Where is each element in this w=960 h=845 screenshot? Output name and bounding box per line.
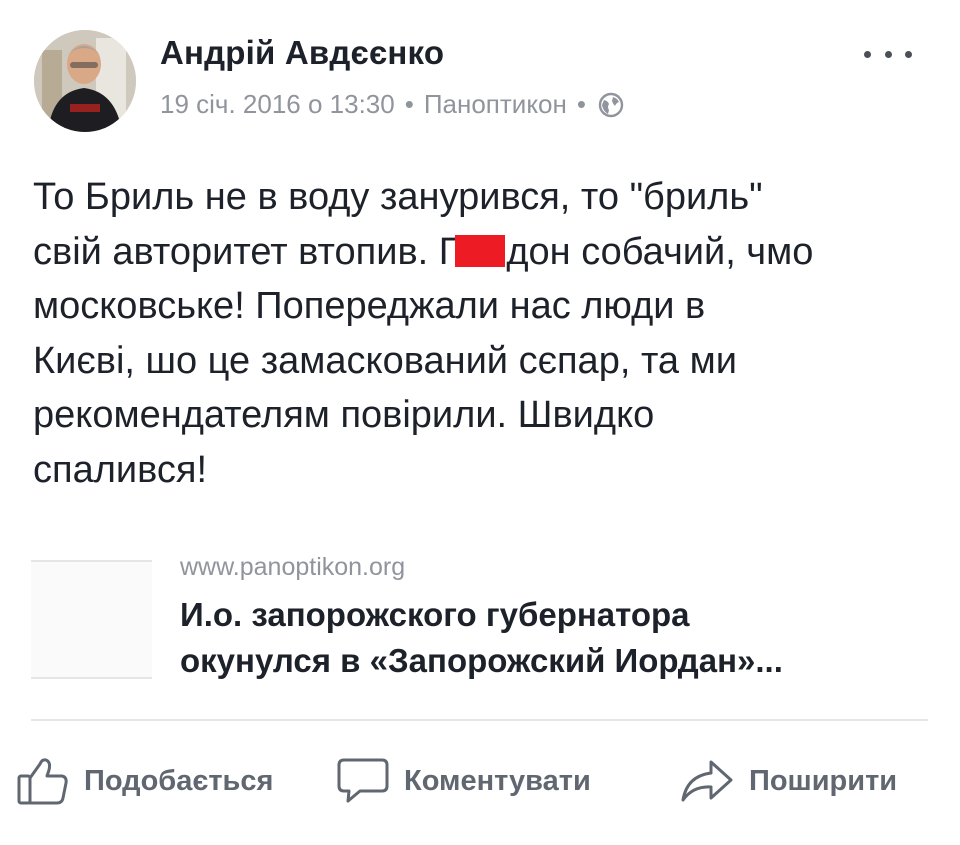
comment-label: Коментувати bbox=[404, 764, 591, 797]
meta-separator: • bbox=[404, 89, 414, 119]
share-arrow-icon bbox=[681, 760, 733, 802]
comment-button[interactable]: Коментувати bbox=[336, 752, 591, 810]
post-text-line: Києві, шо це замаскований сєпар, та ми bbox=[33, 339, 737, 382]
post-timestamp[interactable]: 19 січ. 2016 о 13:30 bbox=[160, 89, 395, 120]
link-preview-title[interactable]: И.о. запорожского губернатора окунулся в… bbox=[180, 592, 940, 684]
divider bbox=[31, 719, 928, 721]
more-options-button[interactable] bbox=[864, 44, 912, 64]
avatar-photo bbox=[34, 30, 136, 132]
post-text-line: спалився! bbox=[33, 448, 208, 491]
like-label: Подобається bbox=[84, 764, 274, 797]
post-body: То Бриль не в воду занурився, то "бриль"… bbox=[33, 170, 928, 497]
dot bbox=[884, 50, 892, 58]
avatar[interactable] bbox=[34, 30, 136, 132]
link-title-line: И.о. запорожского губернатора bbox=[180, 596, 690, 633]
page-link[interactable]: Паноптикон bbox=[424, 89, 567, 120]
redaction-box bbox=[455, 234, 506, 267]
post-text-line: рекомендателям повірили. Швидко bbox=[33, 394, 655, 436]
thumbs-up-icon bbox=[17, 758, 68, 805]
comment-icon bbox=[337, 758, 389, 803]
post-text-line: свій авторитет втопив. Г дон собачий, чмо bbox=[33, 225, 928, 280]
share-label: Поширити bbox=[749, 764, 898, 797]
globe-icon[interactable] bbox=[598, 92, 624, 118]
like-button[interactable]: Подобається bbox=[16, 752, 273, 810]
link-title-line: окунулся в «Запорожский Иордан»... bbox=[180, 642, 783, 679]
post-text-line: московське! Попереджали нас люди в bbox=[33, 285, 706, 327]
dot bbox=[864, 50, 871, 58]
link-preview-thumbnail[interactable] bbox=[31, 560, 152, 679]
meta-separator: • bbox=[576, 89, 586, 119]
post-text-fragment: дон собачий, чмо bbox=[506, 230, 814, 273]
post-text-line: То Бриль не в воду занурився, то "бриль" bbox=[33, 176, 763, 218]
author-name[interactable]: Андрій Авдєєнко bbox=[160, 34, 444, 72]
link-preview-domain[interactable]: www.panoptikon.org bbox=[180, 553, 405, 582]
facebook-post: Андрій Авдєєнко 19 січ. 2016 о 13:30 • П… bbox=[0, 0, 960, 845]
post-meta: 19 січ. 2016 о 13:30 • Паноптикон • bbox=[160, 89, 624, 120]
dot bbox=[905, 50, 912, 58]
share-button[interactable]: Поширити bbox=[679, 752, 897, 810]
post-text-fragment: свій авторитет втопив. Г bbox=[33, 230, 460, 273]
